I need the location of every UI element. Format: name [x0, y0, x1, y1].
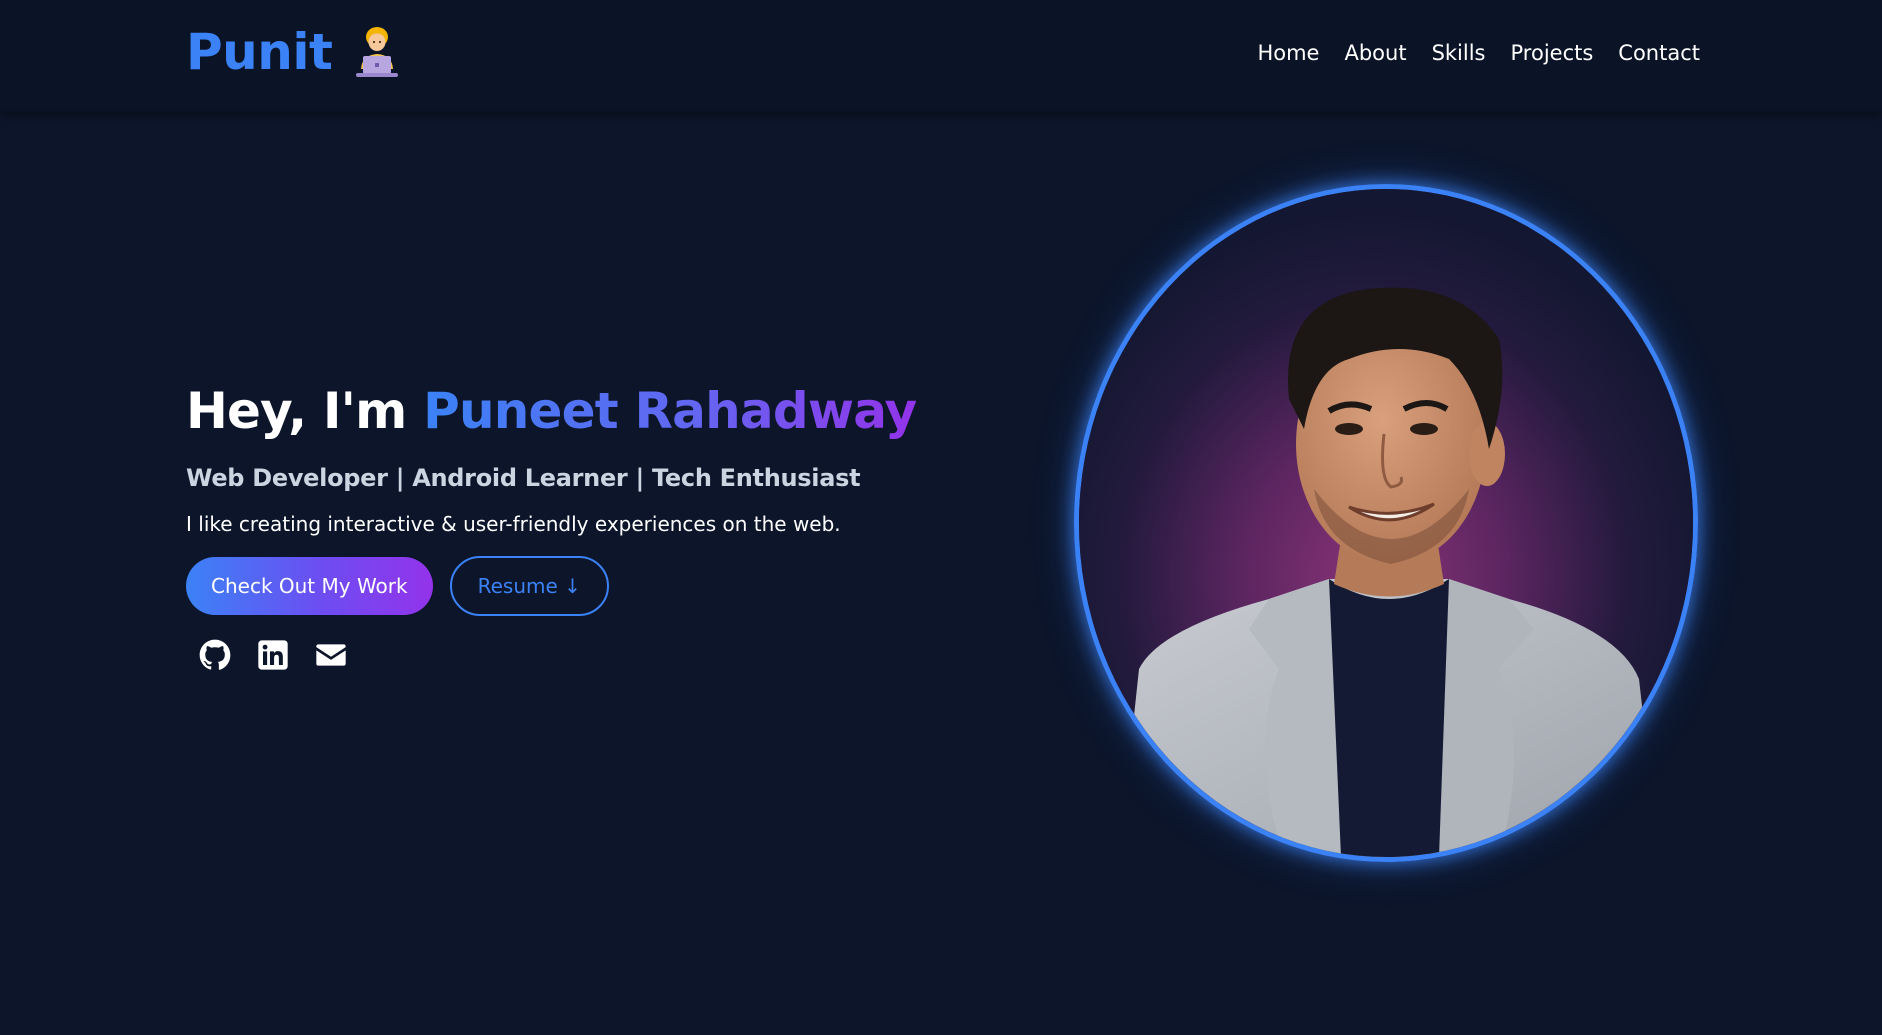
nav-home[interactable]: Home	[1257, 38, 1319, 68]
profile-photo	[1074, 184, 1698, 862]
hero-description: I like creating interactive & user-frien…	[186, 512, 841, 536]
nav-skills[interactable]: Skills	[1432, 38, 1486, 68]
hero-greeting: Hey, I'm	[186, 382, 407, 440]
navbar: Punit Home About Skills Projects Contact	[0, 0, 1882, 112]
hero-subtitle: Web Developer | Android Learner | Tech E…	[186, 464, 861, 492]
technologist-emoji-icon	[356, 27, 399, 77]
hero-name: Puneet Rahadway	[423, 382, 917, 440]
resume-button[interactable]: Resume ↓	[449, 556, 609, 616]
portrait-illustration	[1079, 189, 1693, 857]
nav-about[interactable]: About	[1344, 38, 1406, 68]
logo-text: Punit	[186, 23, 333, 81]
mail-icon[interactable]	[314, 638, 348, 672]
nav-projects[interactable]: Projects	[1511, 38, 1594, 68]
nav-links: Home About Skills Projects Contact	[1257, 38, 1700, 68]
github-icon[interactable]	[198, 638, 232, 672]
hero-section: Hey, I'm Puneet Rahadway Web Developer |…	[186, 380, 946, 672]
hero-title: Hey, I'm Puneet Rahadway	[186, 380, 946, 442]
logo[interactable]: Punit	[186, 22, 404, 82]
check-out-work-button[interactable]: Check Out My Work	[186, 557, 433, 615]
linkedin-icon[interactable]	[256, 638, 290, 672]
nav-contact[interactable]: Contact	[1618, 38, 1700, 68]
social-links	[198, 638, 946, 672]
hero-buttons: Check Out My Work Resume ↓	[186, 556, 946, 616]
